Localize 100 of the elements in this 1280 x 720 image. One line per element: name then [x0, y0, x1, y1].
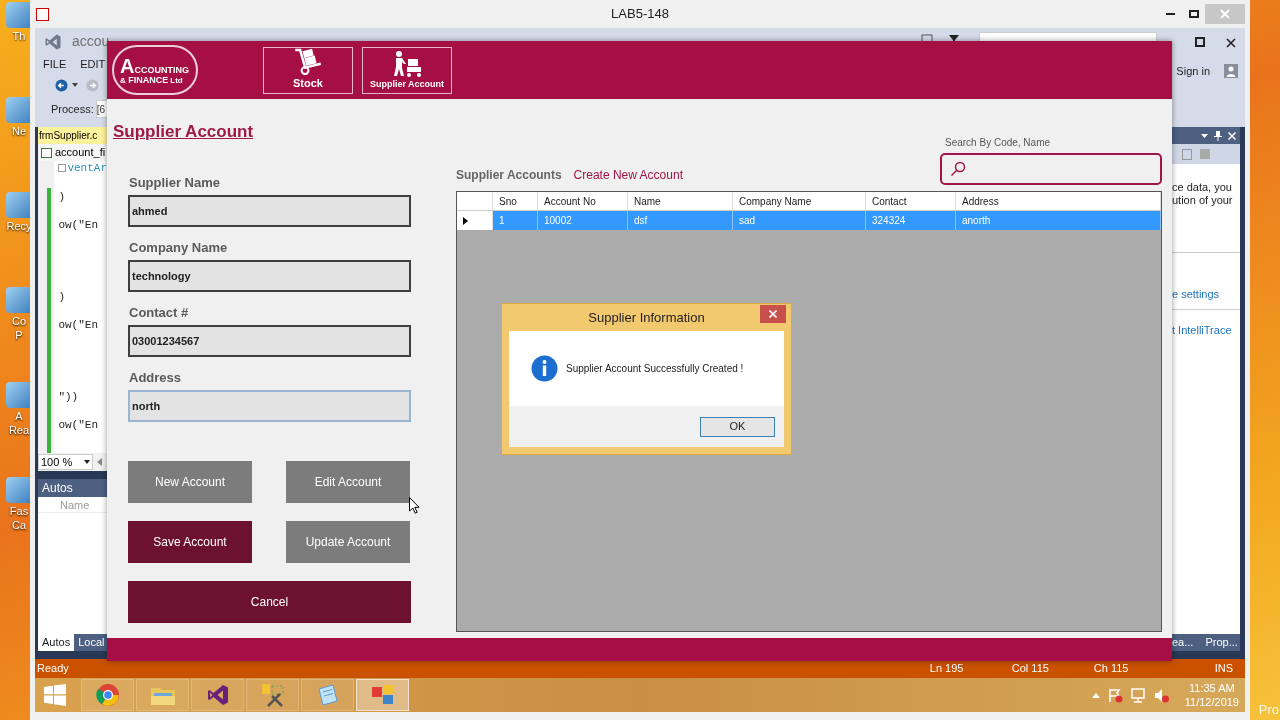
search-icon	[950, 161, 966, 177]
field-label: Company Name	[129, 238, 229, 256]
taskbar-button[interactable]	[246, 679, 299, 711]
panel-text: ce data, you	[1172, 181, 1233, 194]
csharp-file-icon	[41, 147, 52, 158]
action-button[interactable]: Cancel	[128, 580, 411, 623]
caret-icon	[84, 460, 90, 464]
panel-text: ution of your	[1172, 194, 1234, 207]
status-char: Ch 115	[1093, 661, 1129, 677]
action-button[interactable]: Save Account	[128, 520, 252, 563]
text-field[interactable]: technology	[128, 259, 411, 292]
panel-tab[interactable]: Prop...	[1205, 634, 1238, 651]
caret-icon[interactable]	[72, 83, 78, 87]
status-mode: INS	[1214, 661, 1233, 677]
dropdown-icon[interactable]	[1201, 133, 1208, 138]
shortcut-label: Fas Ca	[9, 504, 29, 532]
panel-tab[interactable]: Autos	[38, 634, 75, 651]
panel-title: Autos	[38, 479, 107, 497]
text-field[interactable]: ahmed	[128, 194, 411, 227]
text-field[interactable]: 03001234567	[128, 324, 411, 357]
column-header[interactable]: Sno	[493, 192, 538, 210]
column-header[interactable]: Address	[956, 192, 1161, 210]
volume-muted-icon[interactable]	[1153, 687, 1169, 703]
menu-item[interactable]: EDIT	[80, 55, 106, 73]
notepad-icon	[315, 683, 340, 707]
status-column: Col 115	[1011, 660, 1094, 677]
shortcut-icon[interactable]	[6, 2, 32, 28]
code-line: "))	[58, 389, 79, 405]
collapse-icon[interactable]	[58, 164, 67, 173]
column-header[interactable]: Contact	[866, 192, 956, 210]
code-line: ow("En	[58, 318, 98, 334]
column-header[interactable]: Company Name	[733, 192, 866, 210]
close-icon	[1220, 9, 1230, 19]
text-field[interactable]: north	[128, 389, 411, 422]
table-cell: 1	[493, 211, 538, 230]
forward-icon[interactable]	[86, 78, 99, 92]
taskbar-button[interactable]	[191, 679, 244, 711]
file-dropdown[interactable]: account_fi	[38, 144, 107, 161]
current-row-icon	[463, 216, 468, 225]
section-title: Supplier Accounts	[456, 167, 562, 184]
app-logo-icon	[36, 7, 49, 21]
code-line: ventAr	[67, 161, 107, 176]
code-line: ow("En	[58, 218, 98, 234]
close-icon[interactable]	[1226, 38, 1236, 48]
ok-button[interactable]: OK	[700, 416, 775, 437]
search-field[interactable]	[940, 153, 1162, 185]
infinity-logo-icon	[205, 683, 230, 707]
process-label: Process:	[51, 101, 94, 117]
chevron-up-icon[interactable]	[1091, 692, 1100, 698]
window-app-icon	[370, 684, 395, 706]
restore-icon[interactable]	[1195, 37, 1205, 47]
tools-icon	[259, 682, 286, 708]
taskbar-button[interactable]	[356, 679, 409, 711]
table-cell: 10002	[538, 211, 628, 230]
table-cell: sad	[733, 211, 866, 230]
back-icon[interactable]	[55, 78, 68, 92]
quick-launch-field[interactable]	[979, 32, 1157, 41]
shortcut-label: Co P	[11, 314, 27, 342]
taskbar-button[interactable]	[81, 679, 134, 711]
shortcut-label: A Rea	[8, 409, 30, 437]
close-button[interactable]	[760, 305, 786, 323]
document-icon[interactable]	[1182, 148, 1192, 160]
shortcut-label: Ne	[11, 124, 27, 138]
shortcut-icon[interactable]	[6, 287, 32, 313]
nav-button[interactable]: Stock	[263, 46, 353, 94]
user-icon[interactable]	[1224, 64, 1238, 78]
column-header[interactable]: Name	[628, 192, 733, 210]
panel-tab[interactable]: Local	[74, 634, 107, 651]
shortcut-label: Th	[12, 29, 26, 43]
dialog-title: Supplier Information	[588, 308, 705, 327]
shortcut-icon[interactable]	[6, 382, 32, 408]
shortcut-icon[interactable]	[6, 97, 32, 123]
column-header[interactable]: Account No	[538, 192, 628, 210]
zoom-dropdown[interactable]: 100 %	[38, 454, 93, 470]
sign-in-link[interactable]: Sign in	[1176, 62, 1210, 80]
nav-button[interactable]: Supplier Account	[362, 46, 452, 94]
pin-icon[interactable]	[1214, 130, 1222, 141]
document-tab[interactable]: frmSupplier.c	[38, 127, 107, 144]
menu-item[interactable]: FILE	[43, 55, 67, 73]
scroll-left-icon[interactable]	[97, 458, 102, 466]
code-line: ow("En	[58, 418, 98, 434]
panel-link[interactable]: e settings	[1172, 288, 1240, 301]
panel-tab[interactable]: ea...	[1172, 634, 1194, 651]
infinity-logo-icon	[44, 32, 62, 51]
shortcut-icon[interactable]	[6, 192, 32, 218]
start-icon[interactable]	[43, 683, 67, 707]
create-account-link[interactable]: Create New Account	[573, 166, 683, 184]
shortcut-icon[interactable]	[6, 477, 32, 503]
search-label: Search By Code, Name	[945, 136, 1052, 150]
browser-icon	[95, 683, 120, 707]
panel-link[interactable]: t IntelliTrace	[1172, 324, 1240, 337]
network-icon[interactable]	[1130, 687, 1146, 703]
code-line: )	[58, 289, 65, 305]
table-cell: dsf	[628, 211, 733, 230]
field-label: Address	[129, 368, 183, 386]
page-title: Supplier Account	[113, 121, 254, 143]
close-icon	[769, 310, 777, 318]
table-cell: anorth	[956, 211, 1161, 230]
table-cell: 324324	[866, 211, 956, 230]
dialog-message: Supplier Account Successfully Created !	[566, 362, 744, 376]
